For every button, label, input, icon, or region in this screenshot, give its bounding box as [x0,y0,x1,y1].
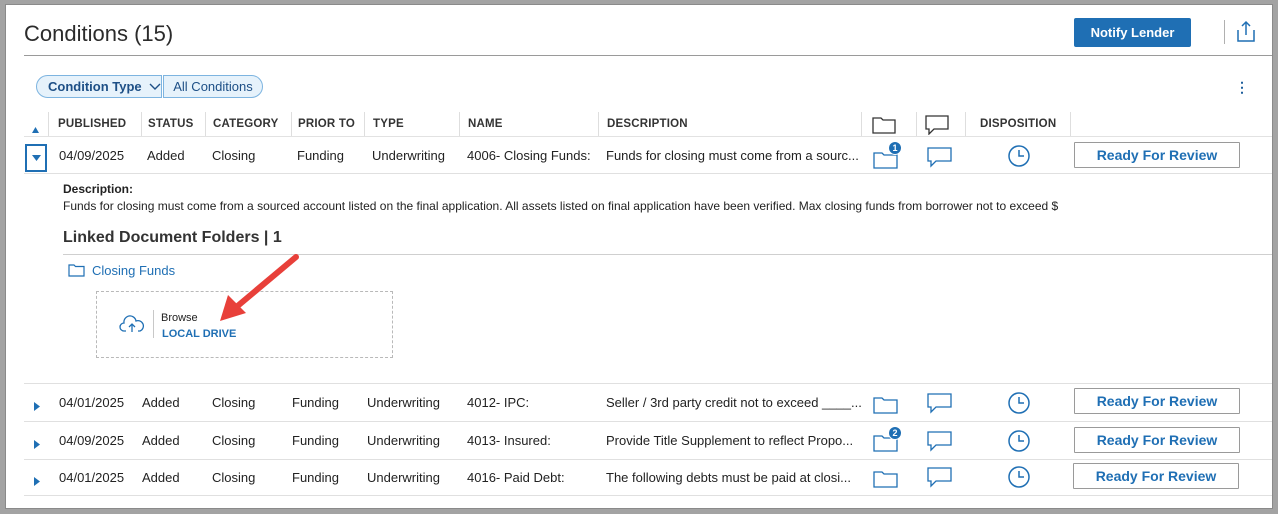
chevron-down-icon [149,83,161,91]
cell-description: Seller / 3rd party credit not to exceed … [606,395,862,410]
row-divider [24,459,1272,460]
col-category[interactable]: CATEGORY [213,118,279,130]
cell-type: Underwriting [372,148,445,163]
folder-count-badge: 1 [888,141,902,155]
cell-published: 04/09/2025 [59,148,125,163]
cell-category: Closing [212,433,256,448]
condition-type-filter[interactable]: Condition Type [36,75,162,98]
cell-status: Added [147,148,185,163]
row-expand-toggle[interactable] [34,398,40,416]
row-divider [24,173,1272,174]
cell-status: Added [142,433,180,448]
history-clock-icon[interactable] [1007,429,1031,458]
col-published[interactable]: PUBLISHED [58,118,126,130]
condition-type-label: Condition Type [48,79,142,94]
col-prior-to[interactable]: PRIOR TO [298,118,355,130]
more-options-icon[interactable]: ⋮ [1234,78,1250,96]
cell-category: Closing [212,148,256,163]
cell-prior-to: Funding [297,148,344,163]
header-divider [965,112,966,137]
ready-for-review-button[interactable]: Ready For Review [1074,388,1240,414]
row-expand-toggle[interactable] [34,473,40,491]
header-divider [141,112,142,137]
ready-for-review-button[interactable]: Ready For Review [1073,463,1239,489]
ready-for-review-button[interactable]: Ready For Review [1074,142,1240,168]
header-divider [861,112,862,137]
cell-published: 04/09/2025 [59,433,125,448]
cell-prior-to: Funding [292,470,339,485]
cell-name: 4006- Closing Funds: [467,148,591,163]
annotation-arrow [216,251,302,330]
share-export-icon[interactable] [1235,20,1257,44]
cell-category: Closing [212,395,256,410]
cell-description: Provide Title Supplement to reflect Prop… [606,433,854,448]
linked-folders-title: Linked Document Folders | 1 [63,229,282,246]
header-divider [205,112,206,137]
notify-lender-button[interactable]: Notify Lender [1074,18,1191,47]
description-label: Description: [63,182,134,196]
header-divider [48,112,49,137]
cell-category: Closing [212,470,256,485]
title-underline [24,55,1272,56]
header-underline [24,136,1272,137]
page-title: Conditions (15) [24,21,174,46]
cell-published: 04/01/2025 [59,470,125,485]
col-type[interactable]: TYPE [373,118,404,130]
header-divider [916,112,917,137]
dropzone-divider [153,310,154,338]
header-divider [459,112,460,137]
col-disposition[interactable]: DISPOSITION [980,118,1056,130]
history-clock-icon[interactable] [1007,465,1031,494]
col-name[interactable]: NAME [468,118,503,130]
col-description[interactable]: DESCRIPTION [607,118,688,130]
row-divider [24,383,1272,384]
ready-for-review-button[interactable]: Ready For Review [1074,427,1240,453]
folder-name: Closing Funds [92,263,176,278]
history-clock-icon[interactable] [1007,391,1031,420]
header-divider [364,112,365,137]
conditions-panel: Conditions (15) Notify Lender Condition … [5,4,1273,509]
header-divider [291,112,292,137]
row-comment-icon[interactable] [927,431,952,457]
cell-name: 4016- Paid Debt: [467,470,565,485]
folder-icon [68,264,85,277]
cell-name: 4013- Insured: [467,433,551,448]
cell-description: The following debts must be paid at clos… [606,470,851,485]
row-divider [24,421,1272,422]
cell-published: 04/01/2025 [59,395,125,410]
cell-type: Underwriting [367,395,440,410]
closing-funds-folder-link[interactable]: Closing Funds [68,263,175,278]
description-text: Funds for closing must come from a sourc… [63,199,1059,213]
cell-prior-to: Funding [292,395,339,410]
col-status[interactable]: STATUS [148,118,194,130]
header-divider [598,112,599,137]
cell-description: Funds for closing must come from a sourc… [606,148,859,163]
all-conditions-filter[interactable]: All Conditions [163,75,263,98]
history-clock-icon[interactable] [1007,144,1031,173]
cell-type: Underwriting [367,470,440,485]
folder-count-badge: 2 [888,426,902,440]
row-folder-icon[interactable] [873,392,899,419]
row-expand-toggle[interactable] [34,436,40,454]
header-divider [1070,112,1071,137]
row-comment-icon[interactable] [927,467,952,493]
row-comment-icon[interactable] [927,393,952,419]
row-comment-icon[interactable] [927,147,952,173]
row-collapse-toggle[interactable] [25,144,47,172]
row-folder-icon[interactable] [873,466,899,493]
cell-status: Added [142,470,180,485]
cell-status: Added [142,395,180,410]
row-divider [24,495,1272,496]
cell-type: Underwriting [367,433,440,448]
browse-label: Browse [161,312,198,324]
toolbar-divider [1224,20,1225,44]
cell-name: 4012- IPC: [467,395,530,410]
cloud-upload-icon [119,315,145,338]
cell-prior-to: Funding [292,433,339,448]
